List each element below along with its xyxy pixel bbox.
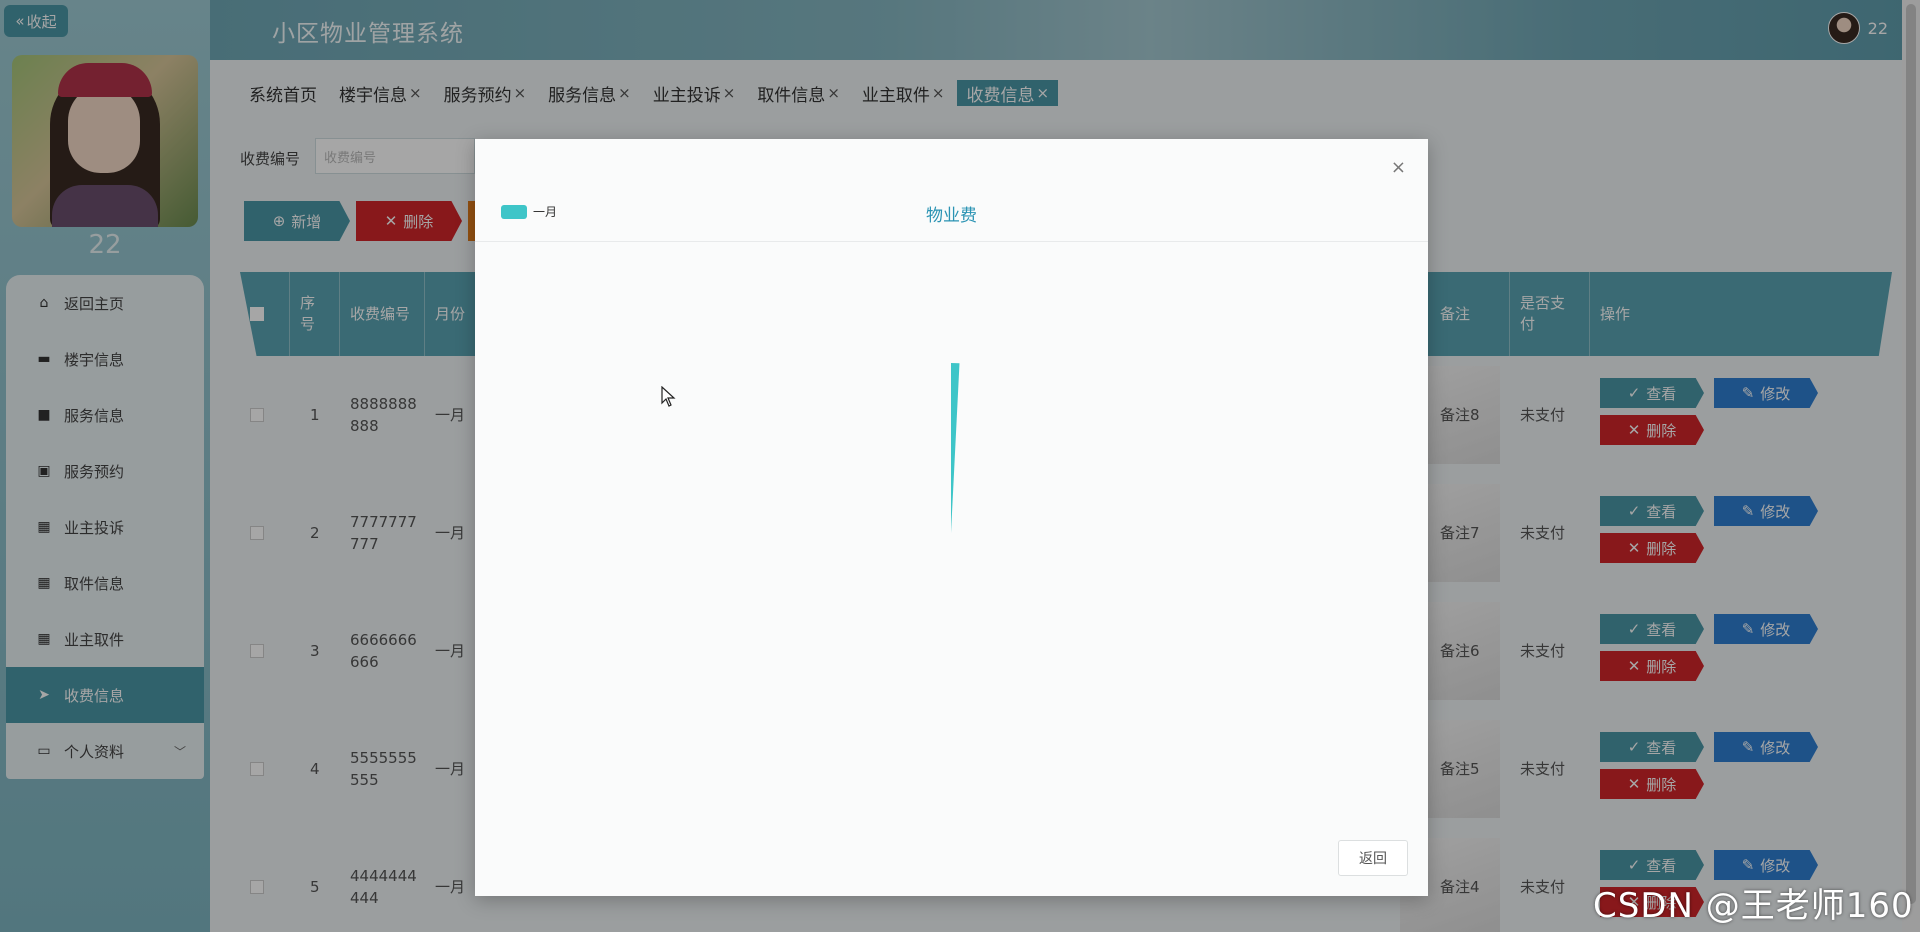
watermark: CSDN @王老师160 xyxy=(1593,886,1914,926)
chart-dialog: × 一月 物业费 返回 xyxy=(475,139,1428,896)
close-icon[interactable]: × xyxy=(1391,157,1406,178)
return-button[interactable]: 返回 xyxy=(1338,840,1408,876)
dialog-divider xyxy=(475,241,1428,242)
chart-title: 物业费 xyxy=(926,206,977,226)
pie-slice[interactable] xyxy=(951,363,960,533)
pie-chart xyxy=(951,363,960,533)
